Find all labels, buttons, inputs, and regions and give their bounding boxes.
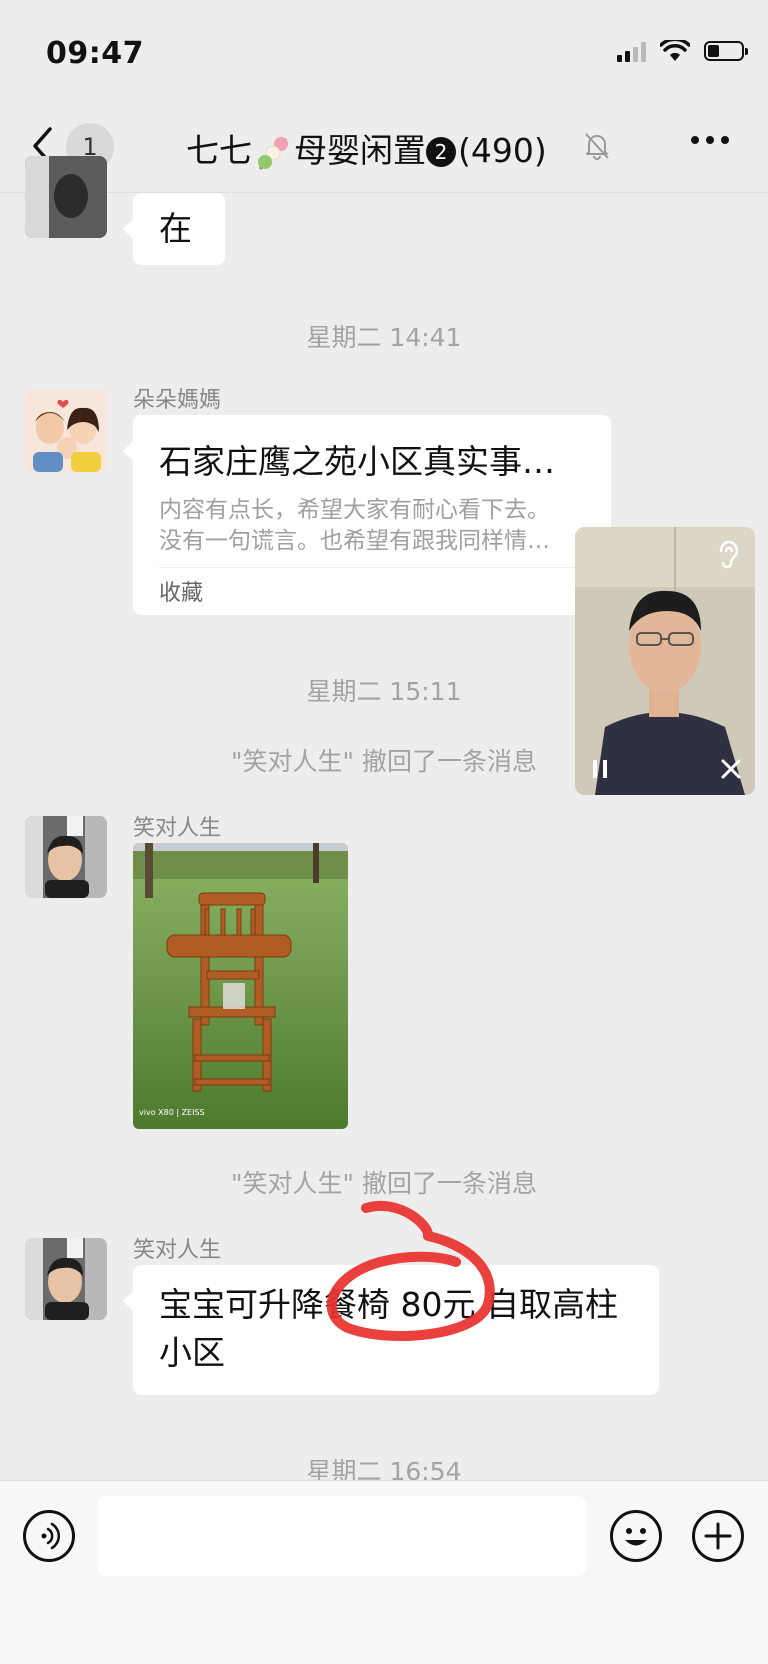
voice-button[interactable] (23, 1510, 75, 1562)
message-bubble[interactable]: 在 (123, 193, 225, 265)
message-input[interactable] (98, 1496, 586, 1576)
timestamp: 星期二 14:41 (306, 323, 462, 352)
message-text: 在 (159, 209, 192, 248)
annotation-circle (326, 1201, 495, 1341)
title-part2: 母婴闲置 (294, 131, 426, 170)
sender-name: 笑对人生 (133, 816, 222, 841)
signal-icon (617, 40, 646, 62)
battery-icon (704, 41, 748, 61)
chat-title[interactable]: 七七 母婴闲置 2 (490) (186, 124, 547, 173)
close-icon[interactable] (721, 759, 741, 779)
card-title: 石家庄鹰之苑小区真实事… (159, 442, 555, 481)
avatar[interactable] (25, 156, 107, 238)
status-icons (617, 40, 748, 62)
avatar[interactable] (25, 1238, 107, 1320)
link-card[interactable]: 石家庄鹰之苑小区真实事… 内容有点长，希望大家有耐心看下去。 没有一句谎言。也希… (123, 415, 611, 615)
wifi-icon (660, 40, 690, 61)
avatar[interactable] (25, 816, 107, 898)
avatar[interactable] (25, 390, 107, 472)
card-divider (159, 567, 585, 568)
plus-icon (704, 1522, 732, 1550)
sender-name: 朵朵媽媽 (133, 388, 222, 413)
status-time: 09:47 (46, 36, 144, 71)
message-line2: 小区 (159, 1333, 225, 1372)
nav-divider (0, 192, 768, 193)
ear-icon[interactable] (717, 539, 741, 569)
dango-emoji-icon (258, 136, 288, 170)
card-desc-line1: 内容有点长，希望大家有耐心看下去。 (159, 497, 550, 523)
emoji-icon (625, 1528, 647, 1546)
sender-name: 笑对人生 (133, 1238, 222, 1263)
card-desc-line2: 没有一句谎言。也希望有跟我同样情… (159, 528, 550, 554)
card-source: 收藏 (159, 581, 204, 606)
chat-image[interactable]: vivo X80 | ZEISS (133, 843, 348, 1129)
member-count: (490) (458, 131, 547, 170)
image-watermark: vivo X80 | ZEISS (139, 1108, 205, 1117)
title-part1: 七七 (186, 131, 252, 170)
recall-notice: "笑对人生" 撤回了一条消息 (231, 1169, 537, 1198)
floating-video-window[interactable] (575, 527, 755, 795)
voice-icon (41, 1522, 61, 1550)
emoji-button[interactable] (610, 1510, 662, 1562)
pause-icon[interactable] (591, 759, 609, 779)
group-number-badge: 2 (426, 137, 456, 167)
plus-button[interactable] (692, 1510, 744, 1562)
mute-icon (585, 133, 609, 160)
more-icon[interactable] (690, 134, 730, 146)
